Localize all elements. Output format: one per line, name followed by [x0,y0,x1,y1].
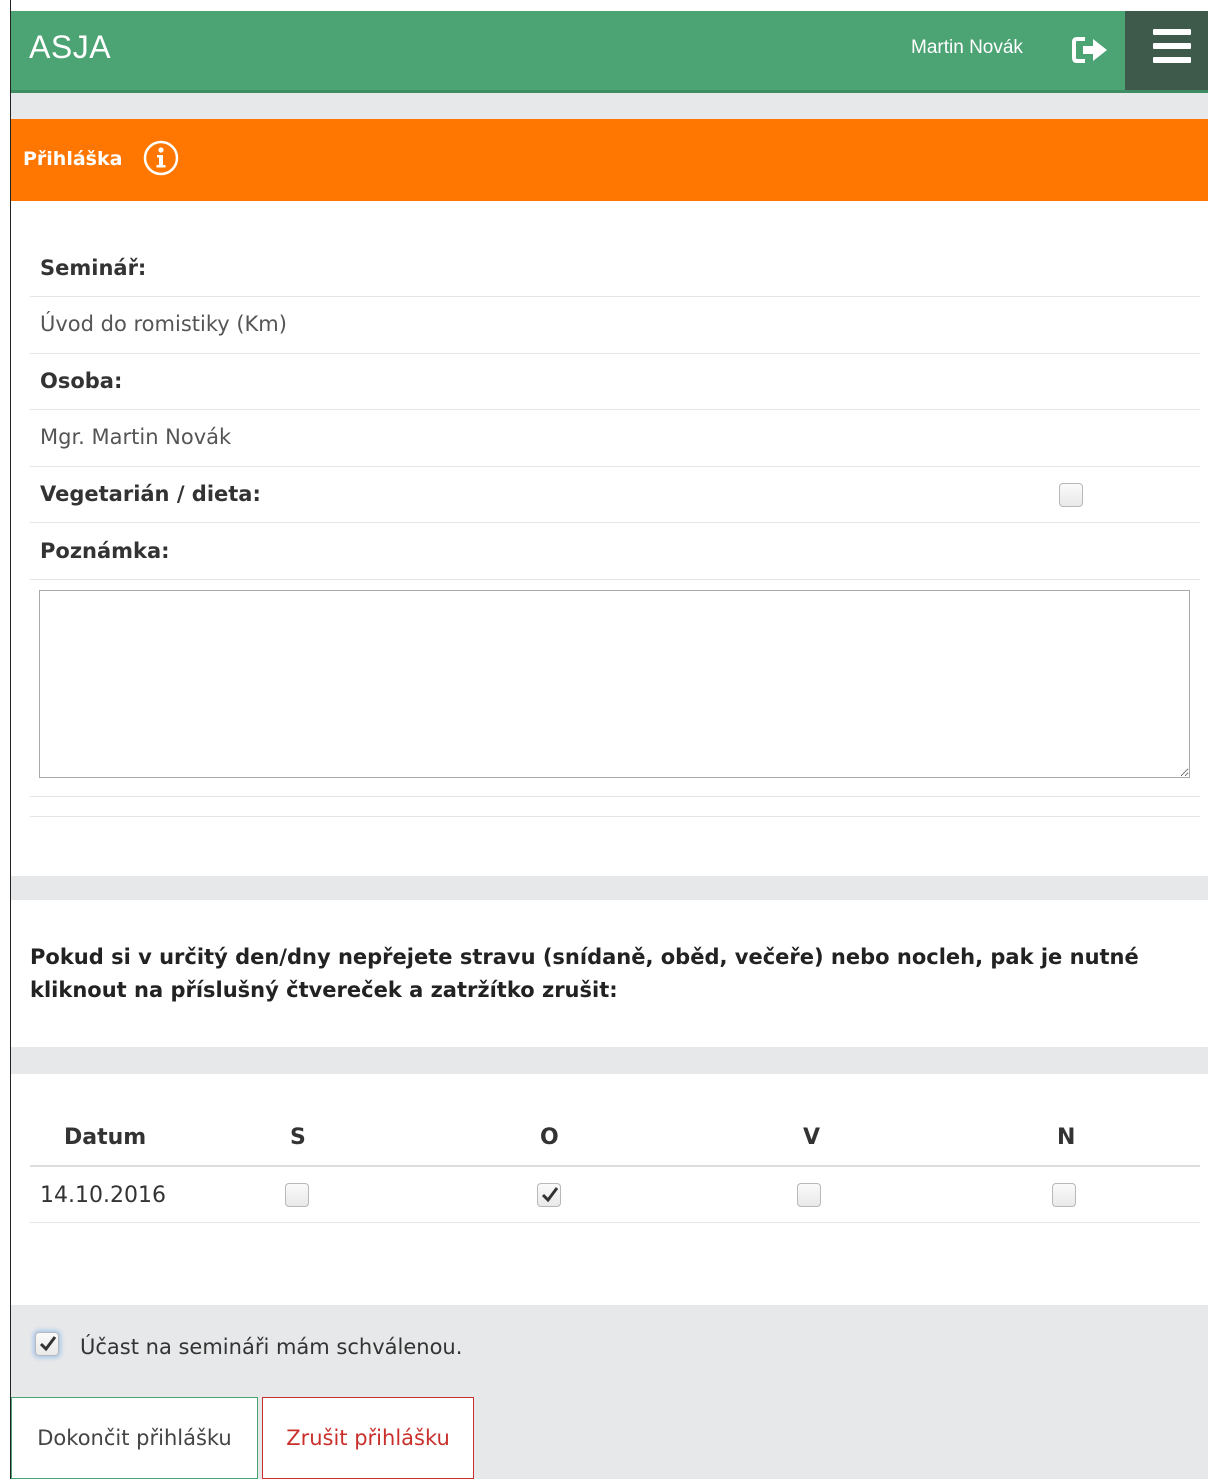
panel-header: Přihláška [11,119,1208,201]
note-label: Poznámka: [40,539,170,563]
divider [30,353,1200,354]
dinner-checkbox[interactable] [797,1183,821,1207]
divider [30,409,1200,410]
menu-bar-icon [1153,29,1191,35]
user-name[interactable]: Martin Novák [911,37,1023,59]
divider [30,296,1200,297]
col-header-lunch: O [540,1125,559,1150]
breakfast-checkbox[interactable] [285,1183,309,1207]
approval-checkbox[interactable] [35,1332,59,1356]
checkmark-icon [541,1187,559,1203]
top-navbar: ASJA Martin Novák [11,11,1208,93]
diet-checkbox[interactable] [1059,483,1083,507]
finish-application-button[interactable]: Dokončit přihlášku [11,1397,258,1479]
panel-title: Přihláška [23,148,123,170]
window-frame-left [0,0,11,1479]
section-spacer [11,1047,1208,1074]
menu-bar-icon [1153,43,1191,49]
seminar-label: Seminář: [40,256,147,280]
window-frame-top [0,0,1208,11]
divider [30,1222,1200,1223]
approval-label[interactable]: Účast na semináři mám schválenou. [80,1335,462,1359]
night-checkbox[interactable] [1052,1183,1076,1207]
person-value: Mgr. Martin Novák [40,425,232,449]
brand-logo[interactable]: ASJA [29,29,111,66]
section-spacer [11,93,1208,119]
info-icon[interactable] [142,139,180,177]
note-textarea[interactable] [39,590,1190,778]
lunch-checkbox[interactable] [537,1183,561,1207]
col-header-dinner: V [803,1125,821,1150]
diet-label: Vegetarián / dieta: [40,482,261,506]
row-date: 14.10.2016 [40,1183,166,1208]
hamburger-menu-button[interactable] [1125,11,1208,90]
cancel-application-button[interactable]: Zrušit přihlášku [262,1397,474,1479]
col-header-date: Datum [64,1125,147,1150]
divider [30,579,1200,580]
meal-instruction: Pokud si v určitý den/dny nepřejete stra… [30,945,1139,1002]
col-header-night: N [1057,1125,1076,1150]
logout-icon[interactable] [1071,35,1111,65]
menu-bar-icon [1153,57,1191,63]
table-header-divider [30,1165,1200,1167]
col-header-breakfast: S [290,1125,306,1150]
divider [30,816,1200,817]
section-spacer [11,876,1208,900]
person-label: Osoba: [40,369,123,393]
divider [30,522,1200,523]
seminar-value: Úvod do romistiky (Km) [40,312,287,336]
divider [30,466,1200,467]
divider [30,796,1200,797]
checkmark-icon [39,1336,57,1352]
